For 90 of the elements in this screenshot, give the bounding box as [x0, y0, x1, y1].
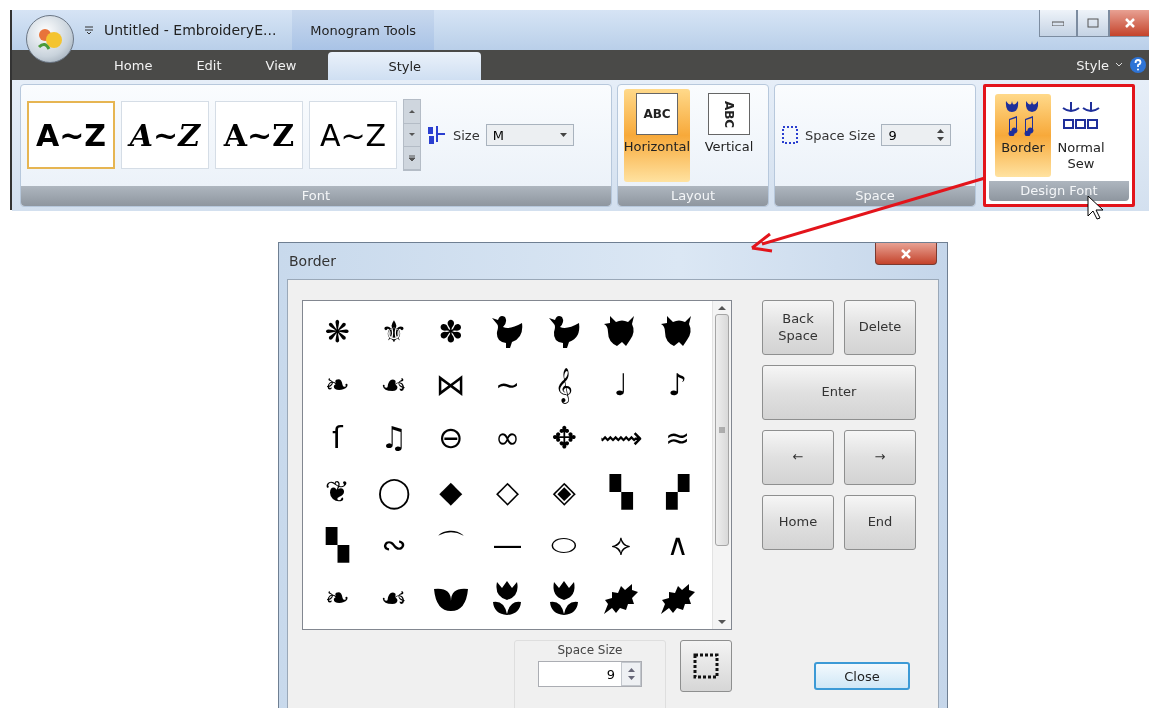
border-symbol: ☙: [380, 583, 408, 614]
space-size-label: Space Size: [805, 127, 876, 143]
grip-icon: [719, 427, 725, 433]
design-font-option[interactable]: Border: [995, 94, 1051, 177]
app-menu-button[interactable]: [26, 15, 74, 63]
border-symbol: ◆: [439, 476, 463, 507]
close-button[interactable]: [1109, 10, 1149, 37]
ribbon-tab[interactable]: Style: [328, 52, 482, 80]
scroll-thumb[interactable]: [715, 314, 729, 546]
font-sample[interactable]: A~Z: [121, 101, 209, 170]
border-symbol: ♫: [380, 423, 408, 454]
key-button[interactable]: →: [844, 430, 916, 485]
border-symbol: ✽: [438, 316, 464, 347]
maximize-icon: [1087, 18, 1099, 28]
border-symbol: ∞: [495, 423, 520, 454]
font-sample[interactable]: A~Z: [215, 101, 303, 170]
caret-icon: [559, 133, 567, 138]
spin-arrows-icon: [937, 129, 945, 142]
key-button[interactable]: Home: [762, 495, 834, 550]
border-symbol: ⟿: [599, 423, 643, 454]
symbol-list[interactable]: ❋ ⚜ ✽ ❧ ☙ ⋈ ∼ 𝄞 ♩ ♪ ſ ♫ ⊖ ∞ ✥ ⟿ ≈ ❦ ◯ ◆ ◇ ◈ ▚ ▞ ▚ ∾ ⌒ — ⬭ ⟡ ∧ ❧ ☙: [302, 300, 732, 630]
border-symbol: ⌒: [435, 530, 466, 560]
size-icon: [427, 125, 447, 146]
dotted-frame-icon: [781, 125, 799, 146]
help-icon[interactable]: [1129, 56, 1147, 74]
chevron-down-icon: [1115, 62, 1123, 68]
frame-toggle-button[interactable]: [680, 640, 732, 692]
border-symbol: ∾: [381, 530, 407, 560]
border-symbol: ⬭: [551, 530, 578, 560]
space-size-label: Space Size: [557, 643, 623, 657]
border-symbol: ❧: [324, 370, 350, 400]
border-symbol: ❋: [324, 316, 350, 347]
border-symbol: ∧: [666, 530, 689, 560]
border-symbol: ❦: [324, 476, 350, 507]
border-symbol: ♪: [668, 370, 688, 400]
border-symbol: ♩: [613, 370, 628, 400]
border-symbol: ✥: [551, 423, 577, 454]
space-size-spinner[interactable]: 9: [538, 661, 642, 687]
design-font-option[interactable]: Normal Sew: [1053, 94, 1109, 177]
border-symbol: ⚜: [380, 316, 408, 347]
dialog-title: Border: [289, 253, 336, 269]
layout-option[interactable]: ABC Vertical: [696, 89, 762, 182]
border-symbol: ☙: [380, 370, 408, 400]
border-symbol: ≈: [665, 423, 691, 454]
style-menu[interactable]: Style: [1070, 57, 1129, 73]
group-label: Layout: [618, 185, 768, 206]
key-button[interactable]: Back Space: [762, 300, 834, 355]
minimize-icon: [1052, 20, 1064, 26]
group-label: Design Font: [989, 180, 1129, 201]
quick-access-menu-icon[interactable]: [84, 26, 94, 34]
border-symbol: ◈: [552, 476, 576, 507]
border-symbol: ◇: [495, 476, 520, 507]
abc-tile: ABC: [708, 93, 750, 135]
close-dialog-button[interactable]: Close: [814, 662, 910, 690]
border-symbol: ⟡: [610, 530, 631, 560]
window-title: Untitled - EmbroideryE...: [104, 22, 277, 38]
spin-arrows-icon: [627, 668, 635, 680]
scrollbar[interactable]: [712, 301, 731, 629]
font-sample[interactable]: A~Z: [309, 101, 397, 170]
border-symbol: ⋈: [435, 370, 466, 400]
border-symbol: ⊖: [438, 423, 464, 454]
minimize-button[interactable]: [1039, 10, 1077, 37]
border-symbol: ∼: [494, 370, 521, 400]
key-button[interactable]: Delete: [844, 300, 916, 355]
ribbon-tab[interactable]: View: [243, 50, 319, 80]
close-button[interactable]: [875, 243, 937, 265]
scroll-up-icon[interactable]: [718, 305, 726, 310]
border-symbol: ❧: [324, 583, 350, 614]
maximize-button[interactable]: [1077, 10, 1109, 37]
key-button[interactable]: End: [844, 495, 916, 550]
close-icon: [900, 247, 912, 260]
ribbon-tab[interactable]: Edit: [174, 50, 244, 80]
abc-tile: ABC: [636, 93, 678, 135]
dotted-frame-icon: [693, 653, 719, 679]
ribbon-tab[interactable]: Home: [92, 50, 175, 80]
border-symbol: ſ: [332, 423, 343, 454]
key-button[interactable]: ←: [762, 430, 834, 485]
group-label: Font: [21, 185, 611, 206]
close-icon: [1124, 17, 1136, 29]
border-symbol: —: [492, 530, 523, 560]
space-size-spinner[interactable]: 9: [881, 124, 952, 147]
scroll-down-icon[interactable]: [718, 620, 726, 625]
size-label: Size: [453, 127, 480, 143]
key-button[interactable]: Enter: [762, 365, 916, 420]
layout-option[interactable]: ABC Horizontal: [624, 89, 690, 182]
font-sample[interactable]: A~Z: [27, 101, 115, 170]
spin-buttons[interactable]: [621, 662, 641, 686]
group-label: Space: [775, 185, 975, 206]
context-tab-title: Monogram Tools: [292, 10, 435, 50]
size-dropdown[interactable]: M: [485, 124, 574, 147]
